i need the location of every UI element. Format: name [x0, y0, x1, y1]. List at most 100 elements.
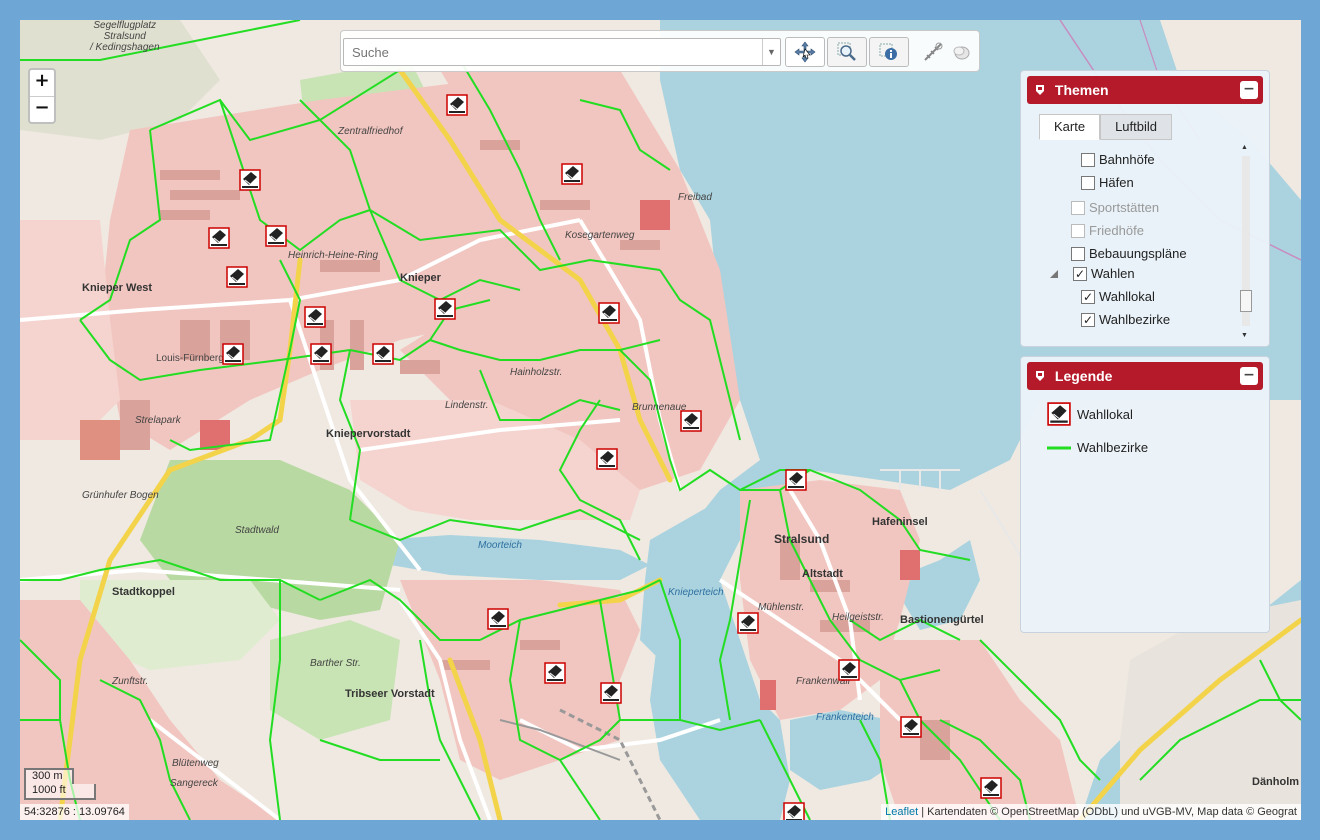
scroll-down-arrow-icon[interactable]: ▼ [1241, 332, 1248, 339]
ballot-box-icon[interactable] [900, 716, 922, 738]
tab-luftbild[interactable]: Luftbild [1100, 114, 1172, 140]
layer-checkbox[interactable] [1081, 176, 1095, 190]
ballot-box-icon[interactable] [598, 302, 620, 324]
layer-label: Sportstätten [1089, 200, 1160, 215]
ballot-box-icon[interactable] [783, 802, 805, 820]
map-label: Heilgeiststr. [832, 612, 884, 623]
ballot-box-icon[interactable] [372, 343, 394, 365]
search-input[interactable] [344, 39, 759, 65]
layer-group-wahlen[interactable]: ✓ Wahlen [1049, 264, 1135, 284]
layer-tree-scrollbar[interactable]: ▲ ▼ [1239, 144, 1253, 339]
themen-tabs: Karte Luftbild [1039, 114, 1269, 140]
ballot-box-icon[interactable] [561, 163, 583, 185]
layer-item-haefen[interactable]: Häfen [1081, 173, 1134, 193]
pin-icon [1036, 85, 1044, 95]
layer-checkbox[interactable]: ✓ [1073, 267, 1087, 281]
layer-item-sportstaetten: Sportstätten [1071, 198, 1159, 218]
themen-title: Themen [1054, 82, 1109, 98]
legend-item-wahllokal: Wahllokal [1047, 402, 1269, 426]
attribution: Leaflet | Kartendaten © OpenStreetMap (O… [881, 804, 1301, 820]
map-label: Blütenweg [172, 758, 219, 769]
zoom-box-icon [837, 42, 856, 61]
ballot-box-icon[interactable] [487, 608, 509, 630]
scale-metric: 300 m [24, 768, 74, 784]
themen-minimize-button[interactable]: − [1240, 81, 1258, 99]
map-label: Zunftstr. [112, 676, 149, 687]
layer-checkbox[interactable]: ✓ [1081, 290, 1095, 304]
legende-minimize-button[interactable]: − [1240, 367, 1258, 385]
map-label: Grünhufer Bogen [82, 490, 159, 501]
layer-item-bebauungsplaene[interactable]: Bebauungspläne [1071, 244, 1187, 264]
mouse-coordinates: 54:32876 : 13.09764 [20, 804, 129, 820]
ballot-box-icon[interactable] [239, 169, 261, 191]
layer-checkbox[interactable]: ✓ [1081, 313, 1095, 327]
map-label: Strelapark [135, 415, 181, 426]
zoom-out-button[interactable]: − [30, 96, 54, 122]
map-label: Knieper [400, 272, 441, 284]
map-label: Knieperteich [668, 587, 724, 598]
map-label: Heinrich-Heine-Ring [288, 250, 379, 261]
ballot-box-icon[interactable] [434, 298, 456, 320]
search-dropdown-button[interactable]: ▼ [762, 39, 780, 65]
clear-icon [953, 46, 970, 60]
ballot-box-icon[interactable] [265, 225, 287, 247]
layer-label: Friedhöfe [1089, 223, 1144, 238]
map-label: Hafeninsel [872, 516, 928, 528]
themen-header: Themen − [1027, 76, 1263, 104]
layer-item-bahnhoefe[interactable]: Bahnhöfe [1081, 150, 1155, 170]
map-label: Hainholzstr. [510, 367, 563, 378]
scrollbar-thumb[interactable] [1240, 290, 1252, 312]
ballot-box-icon[interactable] [980, 777, 1002, 799]
layer-label: Bebauungspläne [1089, 246, 1187, 261]
layer-label: Wahllokal [1099, 289, 1155, 304]
ballot-box-icon[interactable] [785, 469, 807, 491]
layer-checkbox[interactable] [1081, 153, 1095, 167]
map-label: Kniepervorstadt [326, 428, 411, 440]
feature-info-button[interactable] [869, 37, 909, 67]
map-label: Brunnenaue [632, 402, 687, 413]
layer-item-wahlbezirke[interactable]: ✓ Wahlbezirke [1081, 310, 1170, 330]
layer-item-friedhoefe: Friedhöfe [1071, 221, 1144, 241]
map-label: Freibad [678, 192, 712, 203]
pan-icon [794, 41, 816, 63]
zoom-in-button[interactable]: + [30, 70, 54, 96]
layer-item-wahllokal[interactable]: ✓ Wahllokal [1081, 287, 1155, 307]
ballot-box-icon[interactable] [222, 343, 244, 365]
search-box: ▼ [343, 38, 781, 66]
ballot-box-icon[interactable] [596, 448, 618, 470]
map-label: Stadtwald [235, 525, 279, 536]
scale-bar: 300 m 1000 ft [24, 768, 96, 800]
map-label: Stadtkoppel [112, 586, 175, 598]
ballot-box-icon [1047, 402, 1071, 426]
ballot-box-icon[interactable] [680, 410, 702, 432]
ballot-box-icon[interactable] [310, 343, 332, 365]
map-label: Altstadt [802, 568, 843, 580]
zoom-box-button[interactable] [827, 37, 867, 67]
pan-button[interactable] [785, 37, 825, 67]
legend-item-wahlbezirke: Wahlbezirke [1047, 440, 1269, 455]
clear-button[interactable] [949, 41, 973, 63]
measure-button[interactable] [921, 41, 945, 63]
map-label: Bastionengürtel [900, 614, 984, 626]
expand-triangle-icon[interactable] [1049, 269, 1059, 279]
leaflet-link[interactable]: Leaflet [885, 806, 918, 818]
legende-header: Legende − [1027, 362, 1263, 390]
ballot-box-icon[interactable] [446, 94, 468, 116]
layer-checkbox[interactable] [1071, 247, 1085, 261]
ballot-box-icon[interactable] [226, 266, 248, 288]
ballot-box-icon[interactable] [208, 227, 230, 249]
ballot-box-icon[interactable] [600, 682, 622, 704]
map-label: Moorteich [478, 540, 522, 551]
ballot-box-icon[interactable] [737, 612, 759, 634]
map-label: Mühlenstr. [758, 602, 805, 613]
map-label: Knieper West [82, 282, 153, 294]
tab-karte[interactable]: Karte [1039, 114, 1101, 140]
map-label: Kosegartenweg [565, 230, 635, 241]
map-label: Segelflugplatz Stralsund / Kedingshagen [90, 20, 160, 53]
ballot-box-icon[interactable] [544, 662, 566, 684]
layer-label: Bahnhöfe [1099, 152, 1155, 167]
themen-panel: Themen − Karte Luftbild Bahnhöfe Häfen S… [1020, 70, 1270, 347]
scroll-up-arrow-icon[interactable]: ▲ [1241, 144, 1248, 151]
ballot-box-icon[interactable] [304, 306, 326, 328]
ballot-box-icon[interactable] [838, 659, 860, 681]
